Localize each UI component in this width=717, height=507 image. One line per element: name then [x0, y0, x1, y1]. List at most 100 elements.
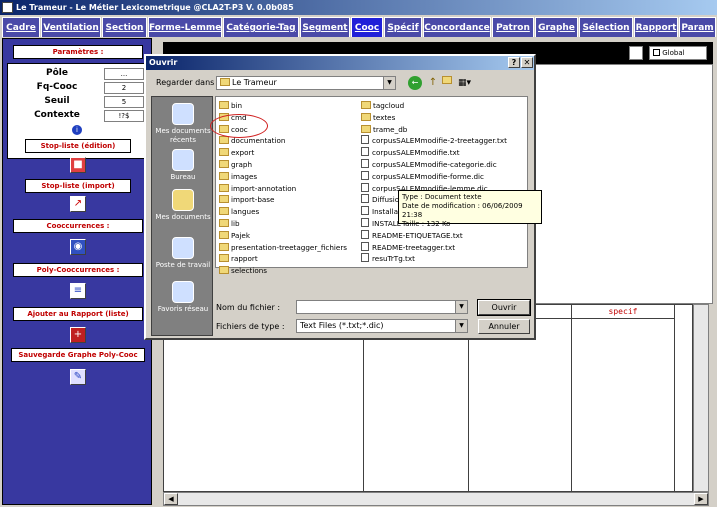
tab-rapport[interactable]: Rapport: [634, 17, 678, 37]
chevron-down-icon[interactable]: ▼: [455, 320, 467, 332]
file-list-item[interactable]: tagcloud: [361, 100, 526, 111]
text-file-icon: [361, 241, 369, 251]
file-list-item[interactable]: import-base: [219, 194, 357, 205]
file-list-item[interactable]: selections: [219, 265, 357, 276]
cooccurrences-button[interactable]: ◉: [70, 239, 86, 255]
global-checkbox[interactable]: Global: [649, 46, 707, 60]
place-network[interactable]: Favoris réseau: [152, 281, 214, 314]
file-list-item[interactable]: corpusSALEMmodifie-2-treetagger.txt: [361, 135, 526, 146]
filetype-dropdown[interactable]: Text Files (*.txt;*.dic) ▼: [296, 319, 468, 333]
save-graph-label: Sauvegarde Graphe Poly-Cooc: [11, 348, 145, 362]
stoplist-import-button[interactable]: ↗: [70, 196, 86, 212]
place-recent-documents[interactable]: Mes documents récents: [152, 103, 214, 145]
place-my-computer[interactable]: Poste de travail: [152, 237, 214, 270]
global-checkbox-box[interactable]: [653, 49, 660, 56]
file-list-item[interactable]: README-treetagger.txt: [361, 241, 526, 253]
file-list-item[interactable]: trame_db: [361, 124, 526, 135]
tab-param[interactable]: Param: [679, 17, 716, 37]
param-input-seuil[interactable]: 5: [104, 96, 144, 108]
add-report-button[interactable]: +: [70, 327, 86, 343]
grid-view-icon[interactable]: [629, 46, 643, 60]
folder-icon: [219, 136, 229, 145]
look-in-value: Le Trameur: [232, 78, 277, 87]
back-icon[interactable]: ←: [408, 76, 422, 90]
chevron-down-icon[interactable]: ▼: [383, 77, 395, 89]
look-in-dropdown[interactable]: Le Trameur ▼: [216, 76, 396, 90]
scroll-left-icon[interactable]: ◀: [164, 493, 178, 505]
file-list-item[interactable]: corpusSALEMmodifie-forme.dic: [361, 170, 526, 182]
folder-icon: [219, 207, 229, 216]
tab-graphe[interactable]: Graphe: [535, 17, 578, 37]
file-list-item[interactable]: langues: [219, 206, 357, 217]
new-folder-icon[interactable]: [442, 76, 456, 90]
file-list-item-label: import-base: [231, 195, 275, 205]
filename-input[interactable]: ▼: [296, 300, 468, 314]
scroll-right-icon[interactable]: ▶: [694, 493, 708, 505]
file-list-item-label: README-treetagger.txt: [372, 242, 456, 252]
file-list-item[interactable]: README-ETIQUETAGE.txt: [361, 229, 526, 241]
open-button[interactable]: Ouvrir: [477, 299, 531, 316]
tab-patron[interactable]: Patron: [492, 17, 534, 37]
file-list-item-label: corpusSALEMmodifie.txt: [372, 148, 460, 158]
tab-cadre[interactable]: Cadre: [2, 17, 40, 37]
params-title: Paramètres :: [13, 45, 143, 59]
file-list-item[interactable]: import-annotation: [219, 183, 357, 194]
stoplist-edit-label: Stop-liste (édition): [25, 139, 131, 153]
file-list-item[interactable]: presentation-treetagger_fichiers: [219, 242, 357, 253]
file-list-item[interactable]: corpusSALEMmodifie-categorie.dic: [361, 159, 526, 170]
tab-categorie-tag[interactable]: Catégorie-Tag: [223, 17, 299, 37]
file-list-item[interactable]: graph: [219, 159, 357, 170]
file-list-item[interactable]: corpusSALEMmodifie.txt: [361, 147, 526, 158]
param-input-pole[interactable]: ...: [104, 68, 144, 80]
text-file-icon: [361, 206, 369, 216]
tab-ventilation[interactable]: Ventilation: [41, 17, 101, 37]
tab-specif[interactable]: Spécif: [384, 17, 422, 37]
place-my-documents[interactable]: Mes documents: [152, 189, 214, 222]
tab-section[interactable]: Section: [102, 17, 147, 37]
text-file-icon: [361, 135, 369, 145]
info-icon[interactable]: i: [72, 125, 82, 135]
save-graph-button[interactable]: ✎: [70, 369, 86, 385]
places-bar: Mes documents récents Bureau Mes documen…: [151, 96, 213, 336]
app-icon: [2, 2, 13, 13]
file-list-item[interactable]: Pajek: [219, 230, 357, 241]
desktop-icon: [172, 149, 194, 171]
file-list-item[interactable]: rapport: [219, 253, 357, 264]
folder-icon: [219, 160, 229, 168]
file-list-item-label: trame_db: [373, 124, 408, 134]
param-input-fqcooc[interactable]: 2: [104, 82, 144, 94]
file-list-item[interactable]: resuTrTg.txt: [361, 253, 526, 264]
place-desktop[interactable]: Bureau: [152, 149, 214, 182]
param-input-contexte[interactable]: !?$: [104, 110, 144, 122]
file-list-item[interactable]: textes: [361, 112, 526, 123]
file-list-item-label: resuTrTg.txt: [372, 254, 415, 264]
tab-concordance[interactable]: Concordance: [423, 17, 491, 37]
global-checkbox-label: Global: [662, 49, 685, 57]
file-list-item[interactable]: images: [219, 171, 357, 182]
grid-column: [364, 319, 469, 491]
stoplist-edit-button[interactable]: ■: [70, 157, 86, 173]
tab-selection[interactable]: Sélection: [579, 17, 633, 37]
folder-icon: [219, 230, 229, 239]
chevron-down-icon[interactable]: ▼: [455, 301, 467, 313]
cancel-button[interactable]: Annuler: [478, 319, 530, 334]
poly-cooccurrences-button[interactable]: ≡: [70, 283, 86, 299]
file-list-item[interactable]: export: [219, 147, 357, 158]
tab-forme-lemme[interactable]: Forme-Lemme: [148, 17, 222, 37]
dialog-title-bar: Ouvrir ? ✕: [146, 56, 534, 70]
close-icon[interactable]: ✕: [521, 57, 533, 68]
file-list-item[interactable]: bin: [219, 100, 357, 111]
grid-vertical-scrollbar[interactable]: [693, 304, 709, 492]
folder-icon: [219, 195, 229, 204]
folder-icon: [219, 242, 229, 251]
file-list-item[interactable]: lib: [219, 218, 357, 229]
view-menu-icon[interactable]: ▦▾: [458, 76, 476, 90]
text-file-icon: [361, 147, 369, 157]
help-icon[interactable]: ?: [508, 57, 520, 68]
up-folder-icon[interactable]: ↑: [426, 76, 440, 90]
tab-cooc[interactable]: Cooc: [351, 17, 383, 37]
tab-segment[interactable]: Segment: [300, 17, 350, 37]
my-documents-icon: [172, 189, 194, 211]
grid-horizontal-scrollbar[interactable]: ◀ ▶: [163, 492, 709, 506]
network-icon: [172, 281, 194, 303]
